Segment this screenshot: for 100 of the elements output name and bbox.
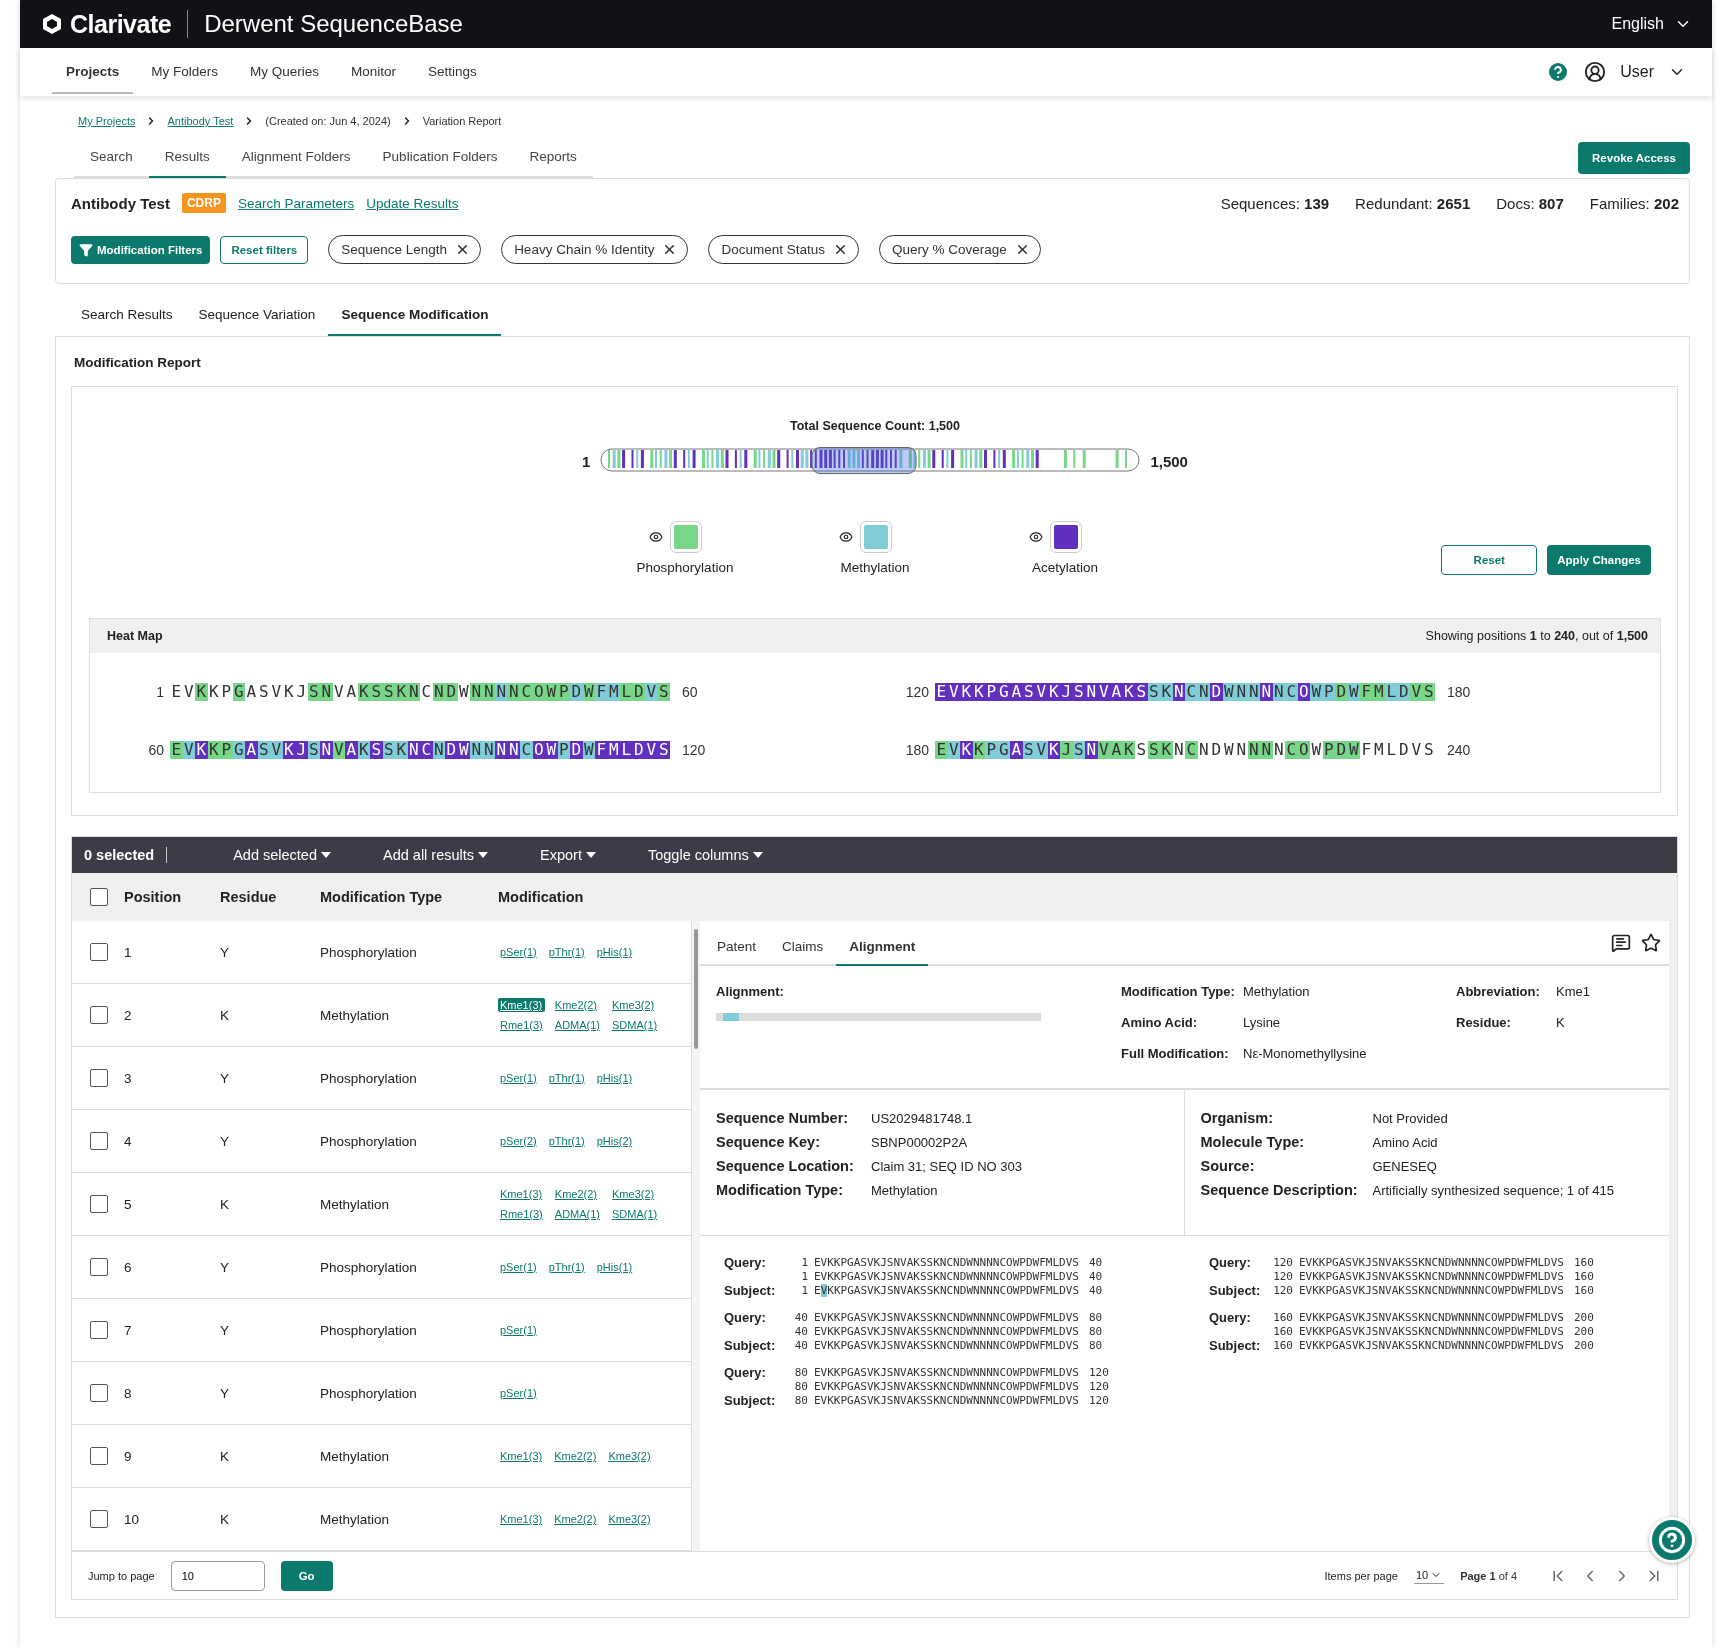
- tab[interactable]: Results: [148, 137, 226, 178]
- breadcrumb-item[interactable]: Variation Report: [422, 115, 502, 127]
- detail-tab[interactable]: Claims: [769, 929, 837, 966]
- modification-link[interactable]: ADMA(1): [552, 1018, 603, 1032]
- alignment-position: 160: [1572, 1270, 1594, 1283]
- revoke-access-button[interactable]: Revoke Access: [1578, 142, 1690, 174]
- sub-tab[interactable]: Sequence Variation: [185, 295, 329, 336]
- breadcrumb-item[interactable]: (Created on: Jun 4, 2024): [265, 115, 391, 127]
- tab[interactable]: Publication Folders: [366, 137, 514, 178]
- modification-link[interactable]: Kme2(2): [552, 1187, 603, 1201]
- tab[interactable]: Alignment Folders: [225, 137, 367, 178]
- tab[interactable]: Search: [74, 137, 149, 178]
- breadcrumb-item[interactable]: Antibody Test: [167, 115, 234, 127]
- language-selector[interactable]: English: [1611, 15, 1664, 33]
- jump-to-page-field[interactable]: 10: [170, 1560, 265, 1591]
- breadcrumb-item[interactable]: My Projects: [78, 115, 136, 127]
- nav-item[interactable]: My Queries: [236, 50, 334, 94]
- table-cell-text: 7: [124, 1322, 133, 1338]
- detail-tab[interactable]: Alignment: [836, 929, 929, 966]
- toolbar-dropdown[interactable]: Add selected: [227, 846, 337, 864]
- row-checkbox[interactable]: [90, 1195, 108, 1213]
- eye-icon[interactable]: [1029, 530, 1043, 544]
- modification-link[interactable]: Kme3(2): [610, 1187, 660, 1201]
- project-link[interactable]: Update Results: [366, 195, 459, 211]
- modification-link[interactable]: pThr(1): [546, 1071, 587, 1085]
- stat-text: Sequences: 139: [1220, 194, 1330, 212]
- modification-link[interactable]: pSer(1): [498, 1260, 539, 1274]
- modification-link[interactable]: pThr(1): [546, 945, 587, 959]
- comment-icon[interactable]: [1611, 932, 1631, 953]
- row-checkbox[interactable]: [90, 1258, 108, 1276]
- modification-link[interactable]: Rme1(3): [498, 1207, 545, 1221]
- modification-link[interactable]: pSer(1): [498, 1323, 539, 1337]
- modification-link[interactable]: Kme1(3): [498, 1449, 545, 1463]
- nav-item[interactable]: My Folders: [137, 50, 233, 94]
- legend-swatch[interactable]: [861, 522, 891, 552]
- apply-changes-button[interactable]: Apply Changes: [1547, 545, 1651, 575]
- row-checkbox[interactable]: [90, 1447, 108, 1465]
- reset-button[interactable]: Reset: [1441, 545, 1538, 575]
- tab[interactable]: Reports: [513, 137, 593, 178]
- eye-icon[interactable]: [649, 530, 663, 544]
- detail-tab[interactable]: Patent: [704, 929, 770, 966]
- modification-link[interactable]: Kme1(3): [498, 1187, 545, 1201]
- sub-tab[interactable]: Sequence Modification: [328, 295, 502, 336]
- modification-link[interactable]: pSer(1): [498, 945, 539, 959]
- row-checkbox[interactable]: [90, 1510, 108, 1528]
- project-link[interactable]: Search Parameters: [237, 195, 355, 211]
- toolbar-dropdown[interactable]: Add all results: [377, 846, 495, 864]
- toolbar-dropdown[interactable]: Export: [534, 846, 602, 864]
- modification-link[interactable]: Kme2(2): [552, 1512, 599, 1526]
- close-icon[interactable]: [833, 242, 848, 257]
- modification-link[interactable]: SDMA(1): [610, 1018, 660, 1032]
- modification-link[interactable]: pSer(1): [498, 1071, 539, 1085]
- product-name: Derwent SequenceBase: [187, 10, 463, 38]
- project-badge: CDRP: [181, 193, 226, 213]
- nav-item[interactable]: Monitor: [337, 50, 411, 94]
- modification-link[interactable]: pSer(2): [498, 1134, 539, 1148]
- row-checkbox[interactable]: [90, 1132, 108, 1150]
- nav-item[interactable]: Projects: [52, 50, 134, 94]
- modification-density-bar[interactable]: [600, 447, 1141, 475]
- modification-link[interactable]: Kme1(3): [498, 1512, 545, 1526]
- modification-link[interactable]: pHis(2): [594, 1134, 635, 1148]
- modification-link[interactable]: pThr(1): [546, 1134, 587, 1148]
- alignment-position: 40: [793, 1311, 809, 1324]
- modification-link[interactable]: ADMA(1): [552, 1207, 603, 1221]
- row-checkbox[interactable]: [90, 1006, 108, 1024]
- items-per-page-select[interactable]: 10: [1413, 1567, 1445, 1584]
- toolbar-dropdown[interactable]: Toggle columns: [642, 846, 769, 864]
- modification-link[interactable]: Kme2(2): [552, 1449, 599, 1463]
- modification-link[interactable]: pHis(1): [594, 1260, 635, 1274]
- field-label: Source:: [1200, 1158, 1256, 1174]
- row-checkbox[interactable]: [90, 1321, 108, 1339]
- alignment-position: 120: [1087, 1366, 1109, 1379]
- star-icon[interactable]: [1641, 932, 1661, 953]
- eye-icon[interactable]: [839, 530, 853, 544]
- sub-tab[interactable]: Search Results: [68, 295, 186, 336]
- modification-link[interactable]: Kme2(2): [552, 998, 603, 1012]
- scrollbar[interactable]: [692, 921, 700, 1551]
- select-all-checkbox[interactable]: [90, 888, 108, 906]
- legend-swatch[interactable]: [671, 522, 701, 552]
- row-checkbox[interactable]: [90, 943, 108, 961]
- legend-swatch[interactable]: [1051, 522, 1081, 552]
- modification-link[interactable]: Kme3(2): [606, 1512, 653, 1526]
- row-checkbox[interactable]: [90, 1384, 108, 1402]
- modification-link[interactable]: Kme3(2): [606, 1449, 653, 1463]
- modification-link[interactable]: pHis(1): [594, 945, 635, 959]
- modification-link[interactable]: Kme3(2): [610, 998, 660, 1012]
- modification-link[interactable]: pHis(1): [594, 1071, 635, 1085]
- user-avatar-icon[interactable]: [1584, 61, 1607, 83]
- modification-link[interactable]: pSer(1): [498, 1386, 539, 1400]
- go-button[interactable]: Go: [280, 1560, 333, 1591]
- modification-filters-button[interactable]: Modification Filters: [71, 235, 211, 264]
- modification-link[interactable]: Kme1(3): [498, 998, 545, 1012]
- reset-filters-button[interactable]: Reset filters: [220, 235, 309, 264]
- modification-link[interactable]: Rme1(3): [498, 1018, 545, 1032]
- nav-item[interactable]: Settings: [414, 50, 491, 94]
- modification-link[interactable]: SDMA(1): [610, 1207, 660, 1221]
- user-menu[interactable]: User: [1620, 63, 1654, 81]
- modification-link[interactable]: pThr(1): [546, 1260, 587, 1274]
- row-checkbox[interactable]: [90, 1069, 108, 1087]
- help-button[interactable]: [1649, 1517, 1695, 1563]
